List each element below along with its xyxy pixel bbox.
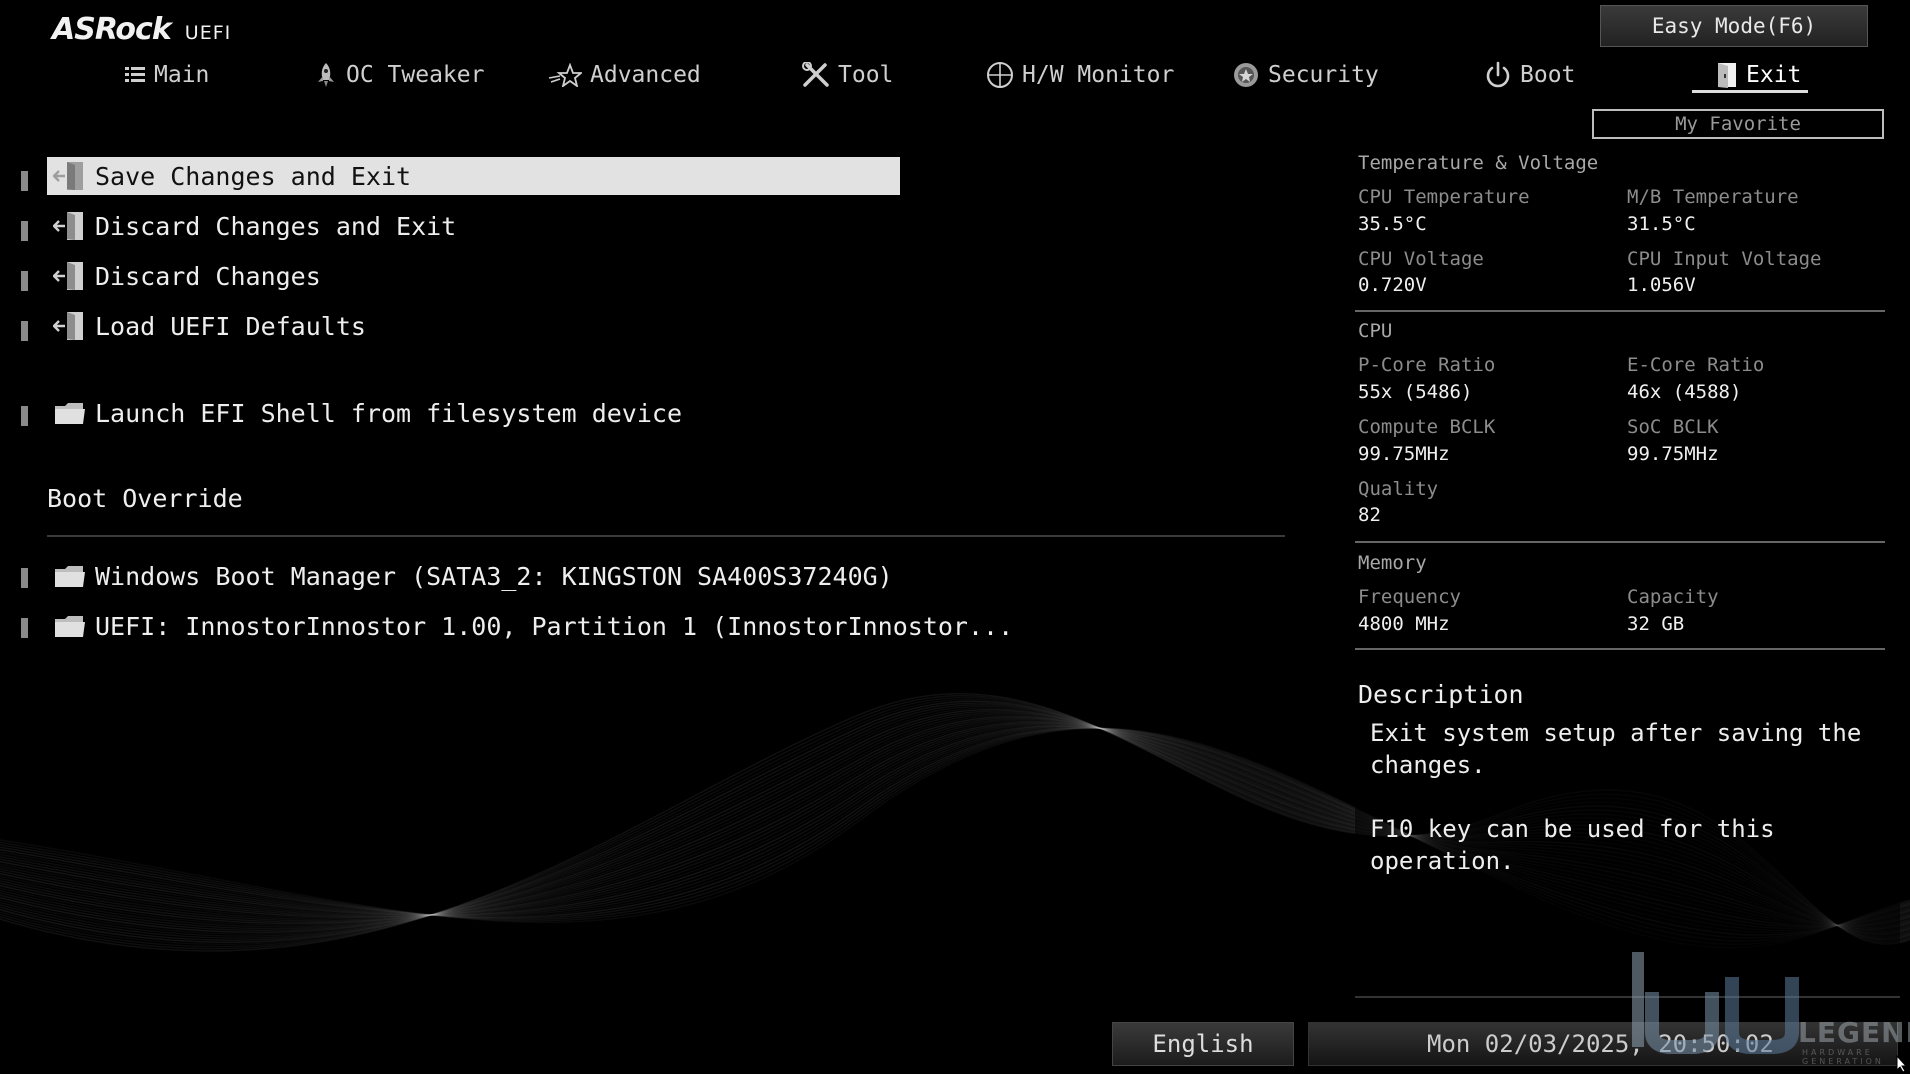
- menu-item-discard-changes[interactable]: Discard Changes: [47, 257, 900, 295]
- tab-label: Main: [154, 62, 210, 88]
- description-heading: Description: [1358, 680, 1524, 709]
- menu-item-label: Discard Changes: [95, 261, 321, 291]
- description-line: F10 key can be used for this operation.: [1370, 815, 1775, 875]
- shield-icon: [1234, 63, 1258, 87]
- tab-label: Tool: [838, 62, 894, 88]
- easy-mode-button[interactable]: Easy Mode(F6): [1600, 5, 1868, 47]
- tab-label: Advanced: [590, 62, 701, 88]
- tab-label: Security: [1268, 62, 1379, 88]
- tab-main[interactable]: Main: [124, 58, 209, 92]
- cpu-voltage-label: CPU Voltage: [1358, 248, 1484, 270]
- menu-item-discard-changes-and-exit[interactable]: Discard Changes and Exit: [47, 207, 900, 245]
- item-marker: [21, 171, 28, 191]
- item-marker: [21, 271, 28, 291]
- item-marker: [21, 221, 28, 241]
- folder-icon: [55, 403, 85, 424]
- memory-heading: Memory: [1358, 552, 1427, 574]
- cpu-temp-value: 35.5°C: [1358, 213, 1427, 235]
- frequency-label: Frequency: [1358, 586, 1461, 608]
- info-panel: Temperature & Voltage CPU Temperature 35…: [1355, 150, 1900, 998]
- pcore-ratio-label: P-Core Ratio: [1358, 354, 1496, 376]
- cpu-heading: CPU: [1358, 320, 1393, 342]
- language-button[interactable]: English: [1112, 1022, 1294, 1066]
- exit-door-icon: [1718, 63, 1736, 88]
- menu-item-label: Windows Boot Manager (SATA3_2: KINGSTON …: [95, 561, 893, 591]
- ecore-ratio-label: E-Core Ratio: [1627, 354, 1765, 376]
- divider: [1355, 541, 1885, 543]
- menu-item-save-changes-and-exit[interactable]: Save Changes and Exit: [47, 157, 900, 195]
- star-icon: [548, 63, 582, 87]
- exit-door-icon: [53, 212, 83, 240]
- tab-boot[interactable]: Boot: [1484, 58, 1575, 92]
- quality-value: 82: [1358, 504, 1381, 526]
- tab-label: Exit: [1746, 62, 1802, 88]
- boot-item-windows-boot-manager[interactable]: Windows Boot Manager (SATA3_2: KINGSTON …: [47, 557, 900, 595]
- capacity-label: Capacity: [1627, 586, 1719, 608]
- crosshair-icon: [987, 62, 1013, 88]
- temp-voltage-heading: Temperature & Voltage: [1358, 152, 1599, 174]
- logo-sub: UEFI: [184, 22, 232, 44]
- ecore-ratio-value: 46x (4588): [1627, 381, 1742, 403]
- mb-temp-label: M/B Temperature: [1627, 186, 1799, 208]
- tools-icon: [802, 62, 829, 87]
- watermark-sub: HARDWARE GENERATION: [1802, 1048, 1884, 1066]
- item-marker: [21, 321, 28, 341]
- tab-oc-tweaker[interactable]: OC Tweaker: [314, 58, 484, 92]
- tab-security[interactable]: Security: [1232, 58, 1379, 92]
- boot-item-uefi-innostor[interactable]: UEFI: InnostorInnostor 1.00, Partition 1…: [47, 607, 1013, 645]
- menu-item-launch-efi-shell[interactable]: Launch EFI Shell from filesystem device: [47, 394, 900, 432]
- soc-bclk-value: 99.75MHz: [1627, 443, 1719, 465]
- divider: [1355, 648, 1885, 650]
- menu-item-load-uefi-defaults[interactable]: Load UEFI Defaults: [47, 307, 900, 345]
- tab-label: OC Tweaker: [346, 62, 485, 88]
- compute-bclk-value: 99.75MHz: [1358, 443, 1450, 465]
- my-favorite-button[interactable]: My Favorite: [1592, 109, 1884, 139]
- watermark-logo: LEGEND HARDWARE GENERATION: [1630, 952, 1910, 1066]
- item-marker: [21, 406, 28, 426]
- mb-temp-value: 31.5°C: [1627, 213, 1696, 235]
- mouse-cursor-icon: [1896, 1055, 1908, 1073]
- item-marker: [21, 618, 28, 638]
- divider: [47, 535, 1285, 537]
- active-tab-indicator: [1692, 90, 1808, 93]
- soc-bclk-label: SoC BCLK: [1627, 416, 1719, 438]
- item-marker: [21, 568, 28, 588]
- description-line: Exit system setup after saving the chang…: [1370, 719, 1862, 779]
- cpu-input-voltage-label: CPU Input Voltage: [1627, 248, 1822, 270]
- tab-label: H/W Monitor: [1022, 62, 1175, 88]
- cpu-temp-label: CPU Temperature: [1358, 186, 1530, 208]
- exit-door-icon: [53, 262, 83, 290]
- frequency-value: 4800 MHz: [1358, 613, 1450, 635]
- list-icon: [125, 67, 145, 82]
- menu-item-label: Load UEFI Defaults: [95, 311, 366, 341]
- capacity-value: 32 GB: [1627, 613, 1685, 635]
- tab-hw-monitor[interactable]: H/W Monitor: [986, 58, 1174, 92]
- tab-exit[interactable]: Exit: [1714, 58, 1801, 92]
- exit-door-icon: [53, 312, 83, 340]
- tab-tool[interactable]: Tool: [802, 58, 893, 92]
- menu-item-label: UEFI: InnostorInnostor 1.00, Partition 1…: [95, 611, 1014, 641]
- tab-label: Boot: [1520, 62, 1576, 88]
- power-icon: [1486, 61, 1510, 88]
- watermark-text: LEGEND: [1798, 1016, 1910, 1049]
- pcore-ratio-value: 55x (5486): [1358, 381, 1473, 403]
- boot-override-heading: Boot Override: [47, 484, 243, 513]
- logo-text: ASRock: [52, 12, 172, 47]
- cpu-input-voltage-value: 1.056V: [1627, 274, 1696, 296]
- rocket-icon: [318, 63, 334, 87]
- menu-item-label: Discard Changes and Exit: [95, 211, 457, 241]
- tab-advanced[interactable]: Advanced: [548, 58, 701, 92]
- folder-icon: [55, 566, 85, 587]
- quality-label: Quality: [1358, 478, 1439, 500]
- menu-item-label: Launch EFI Shell from filesystem device: [95, 398, 682, 428]
- cpu-voltage-value: 0.720V: [1358, 274, 1427, 296]
- description-text: Exit system setup after saving the chang…: [1370, 717, 1890, 877]
- folder-icon: [55, 616, 85, 637]
- exit-door-icon: [53, 162, 83, 190]
- divider: [1355, 310, 1885, 312]
- asrock-logo: ASRock UEFI: [52, 12, 231, 47]
- compute-bclk-label: Compute BCLK: [1358, 416, 1496, 438]
- menu-item-label: Save Changes and Exit: [95, 161, 412, 191]
